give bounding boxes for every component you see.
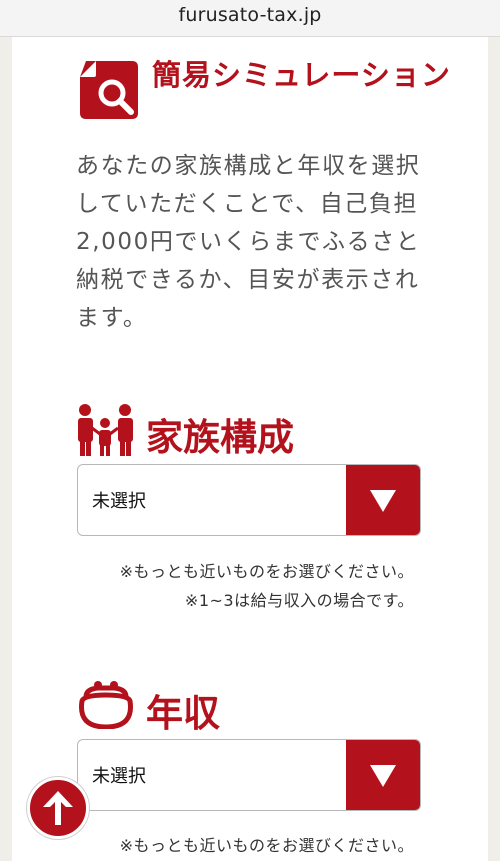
triangle-down-icon — [370, 765, 396, 787]
family-note-1: ※もっとも近いものをお選びください。 — [119, 562, 414, 581]
family-section-heading: 家族構成 — [76, 403, 376, 463]
simulation-title: 簡易シミュレーション — [152, 58, 451, 92]
income-note-1: ※もっとも近いものをお選びください。 — [119, 836, 414, 855]
url-text: furusato-tax.jp — [178, 4, 322, 26]
income-dropdown-button[interactable] — [346, 740, 420, 810]
family-heading: 家族構成 — [146, 416, 294, 459]
scroll-to-top-button[interactable] — [27, 777, 89, 839]
family-select[interactable]: 未選択 — [77, 464, 421, 536]
arrow-up-icon — [43, 791, 73, 825]
coin-purse-icon — [79, 681, 133, 730]
income-section-heading: 年収 — [76, 679, 376, 739]
page-content: 簡易シミュレーション あなたの家族構成と年収を選択していただくことで、自己負担2… — [12, 37, 488, 861]
simulation-description: あなたの家族構成と年収を選択していただくことで、自己負担2,000円でいくらまで… — [76, 153, 421, 331]
income-select-value: 未選択 — [92, 766, 146, 787]
family-dropdown-button[interactable] — [346, 465, 420, 535]
triangle-down-icon — [370, 490, 396, 512]
browser-url-bar[interactable]: furusato-tax.jp — [0, 0, 500, 37]
family-note-2: ※1~3は給与収入の場合です。 — [184, 591, 414, 610]
family-select-value: 未選択 — [92, 491, 146, 512]
family-people-icon — [78, 404, 133, 456]
income-select[interactable]: 未選択 — [77, 739, 421, 811]
document-search-icon — [80, 61, 138, 119]
income-heading: 年収 — [146, 692, 220, 735]
